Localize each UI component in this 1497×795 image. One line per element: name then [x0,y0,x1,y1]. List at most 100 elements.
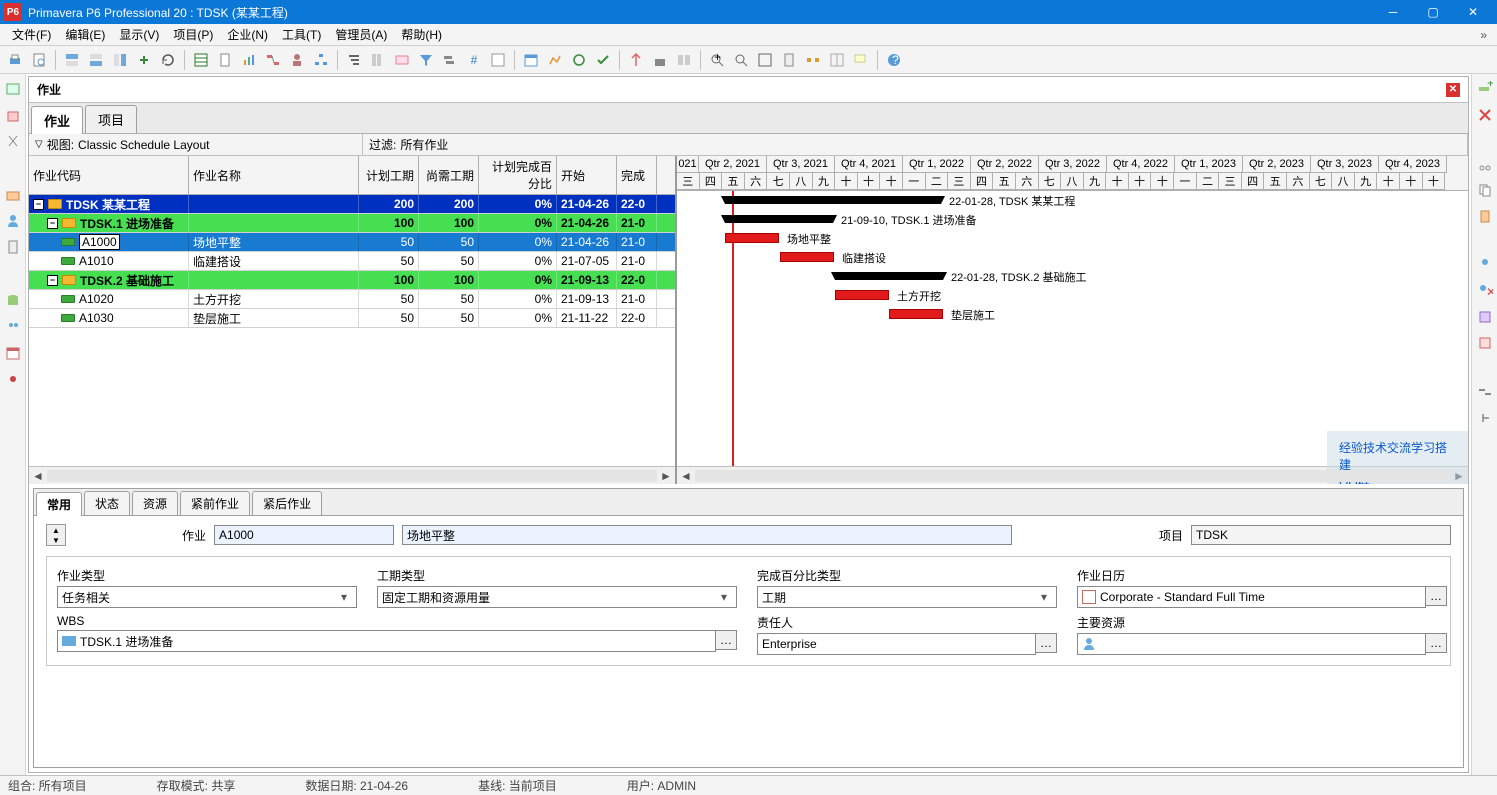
tab-projects[interactable]: 项目 [85,105,137,133]
cut-icon[interactable] [4,132,22,150]
calendar-browse-button[interactable]: … [1425,586,1447,606]
timescale-icon[interactable] [391,49,413,71]
delete-icon[interactable] [4,106,22,124]
group-icon[interactable] [343,49,365,71]
maximize-button[interactable]: ▢ [1413,0,1453,24]
col-start[interactable]: 开始 [557,156,617,194]
grid-hscroll[interactable]: ◄► [29,466,675,484]
dtab-general[interactable]: 常用 [36,492,82,516]
hash-icon[interactable]: # [463,49,485,71]
menu-file[interactable]: 文件(F) [6,24,57,45]
step-icon[interactable] [1476,383,1494,401]
task-bar[interactable] [889,309,943,319]
manager-field[interactable]: Enterprise [757,633,1036,655]
indent-icon[interactable] [1476,409,1494,427]
wbs-browse-button[interactable]: … [715,630,737,650]
layout-top-icon[interactable] [61,49,83,71]
code-icon[interactable] [1476,334,1494,352]
spin-buttons[interactable]: ▲▼ [46,524,66,546]
check-icon[interactable] [592,49,614,71]
menu-project[interactable]: 项目(P) [167,24,219,45]
print-preview-icon[interactable] [28,49,50,71]
menu-admin[interactable]: 管理员(A) [329,24,393,45]
refresh-icon[interactable] [157,49,179,71]
table-row[interactable]: A1010临建搭设50500%21-07-0521-0 [29,252,675,271]
layout-right-icon[interactable] [109,49,131,71]
help-icon[interactable]: ? [883,49,905,71]
wbs-field[interactable]: TDSK.1 进场准备 [57,630,716,652]
task-bar[interactable] [780,252,834,262]
user2-icon[interactable] [1476,256,1494,274]
activity-id-field[interactable]: A1000 [214,525,394,545]
dtab-resources[interactable]: 资源 [132,491,178,515]
menu-edit[interactable]: 编辑(E) [59,24,111,45]
print-icon[interactable] [4,49,26,71]
folder-icon[interactable] [4,186,22,204]
collapse-icon[interactable] [826,49,848,71]
menu-tools[interactable]: 工具(T) [276,24,327,45]
paste-icon[interactable] [1476,207,1494,225]
task-bar[interactable] [725,233,779,243]
pct-type-select[interactable]: 工期▾ [757,586,1057,608]
table-row[interactable]: A1020土方开挖50500%21-09-1321-0 [29,290,675,309]
clipboard-icon[interactable] [4,238,22,256]
delete-activity-icon[interactable] [1476,106,1494,124]
table-icon[interactable] [190,49,212,71]
tooltip-icon[interactable] [850,49,872,71]
add-icon[interactable] [4,80,22,98]
menu-help[interactable]: 帮助(H) [395,24,448,45]
schedule-icon[interactable] [520,49,542,71]
activity-type-select[interactable]: 任务相关▾ [57,586,357,608]
summary-bar[interactable] [835,272,943,280]
table-row[interactable]: −TDSK 某某工程2002000%21-04-2622-0 [29,195,675,214]
grid-body[interactable]: −TDSK 某某工程2002000%21-04-2622-0−TDSK.1 进场… [29,195,675,466]
layout-bottom-icon[interactable] [85,49,107,71]
col-id[interactable]: 作业代码 [29,156,189,194]
dtab-succ[interactable]: 紧后作业 [252,491,322,515]
dtab-pred[interactable]: 紧前作业 [180,491,250,515]
expand-icon[interactable] [802,49,824,71]
minimize-button[interactable]: ─ [1373,0,1413,24]
menu-view[interactable]: 显示(V) [113,24,165,45]
zoom-in-icon[interactable]: + [706,49,728,71]
zoom-out-icon[interactable] [730,49,752,71]
user-x-icon[interactable]: ✕ [1476,282,1494,300]
table-row[interactable]: −TDSK.2 基础施工1001000%21-09-1322-0 [29,271,675,290]
network-icon[interactable] [262,49,284,71]
resource-icon[interactable] [286,49,308,71]
summary-bar[interactable] [725,215,833,223]
progress-icon[interactable] [568,49,590,71]
gantt-bars-area[interactable]: 经验技术交流学习搭建 QQ群：718195723 22-01-28, TDSK … [677,191,1468,466]
col-orig[interactable]: 计划工期 [359,156,419,194]
table-row[interactable]: A1000场地平整50500%21-04-2621-0 [29,233,675,252]
zoom-fit-icon[interactable] [754,49,776,71]
chart-icon[interactable] [238,49,260,71]
task-bar[interactable] [835,290,889,300]
link-icon[interactable] [133,49,155,71]
duration-type-select[interactable]: 固定工期和资源用量▾ [377,586,737,608]
menubar-overflow-icon[interactable]: » [1476,28,1491,42]
user-icon[interactable] [4,212,22,230]
role-icon[interactable] [1476,308,1494,326]
primary-res-browse-button[interactable]: … [1425,633,1447,653]
calendar-field[interactable]: Corporate - Standard Full Time [1077,586,1426,608]
add-activity-icon[interactable]: + [1476,80,1494,98]
activity-name-field[interactable]: 场地平整 [402,525,1012,545]
detail-icon[interactable] [487,49,509,71]
filter-icon[interactable] [415,49,437,71]
col-rem[interactable]: 尚需工期 [419,156,479,194]
view-selector[interactable]: 视图: Classic Schedule Layout [29,134,363,155]
bars-icon[interactable] [439,49,461,71]
panel-close-icon[interactable]: ✕ [1446,83,1460,97]
store-icon[interactable] [649,49,671,71]
db-icon[interactable] [4,292,22,310]
columns-icon[interactable] [367,49,389,71]
primary-res-field[interactable] [1077,633,1426,655]
dot-icon[interactable] [4,370,22,388]
calendar-left-icon[interactable] [4,344,22,362]
manager-browse-button[interactable]: … [1035,633,1057,653]
col-finish[interactable]: 完成 [617,156,657,194]
summary-bar[interactable] [725,196,941,204]
filter-display[interactable]: 过滤: 所有作业 [363,134,1468,155]
users-icon[interactable] [4,318,22,336]
